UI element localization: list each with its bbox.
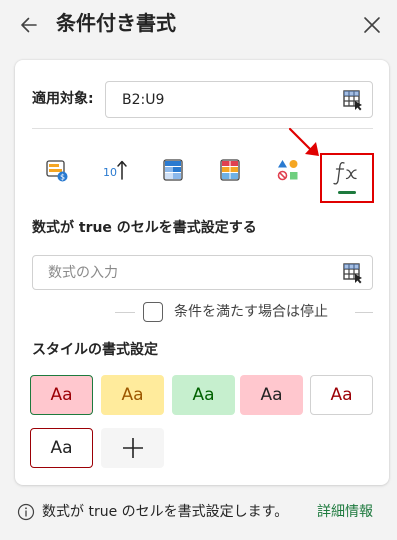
applies-to-label: 適用対象: bbox=[32, 91, 94, 107]
back-button[interactable] bbox=[14, 10, 44, 40]
plus-icon bbox=[122, 438, 143, 458]
footer-description: 数式が true のセルを書式設定します。 bbox=[42, 504, 289, 520]
svg-text:$: $ bbox=[60, 173, 65, 182]
selected-indicator bbox=[338, 191, 356, 194]
divider bbox=[115, 312, 135, 313]
style-swatch-red-border[interactable]: Aa bbox=[30, 428, 93, 468]
icon-set-icon bbox=[277, 160, 298, 181]
applies-to-range-field[interactable]: B2:U9 bbox=[105, 81, 373, 118]
rule-type-highlight-cells[interactable] bbox=[208, 148, 252, 192]
style-swatch-green-fill[interactable]: Aa bbox=[172, 375, 235, 415]
arrow-left-icon bbox=[21, 17, 37, 33]
style-swatch-light-red-fill[interactable]: Aa bbox=[30, 375, 93, 415]
add-custom-style-button[interactable] bbox=[101, 428, 164, 468]
data-bar-icon: $ bbox=[46, 160, 68, 182]
style-heading: スタイルの書式設定 bbox=[32, 342, 158, 358]
close-button[interactable] bbox=[357, 10, 387, 40]
page-title: 条件付き書式 bbox=[56, 11, 176, 35]
color-scale-icon bbox=[163, 159, 183, 181]
formula-heading: 数式が true のセルを書式設定する bbox=[32, 220, 257, 236]
style-swatch-red-text[interactable]: Aa bbox=[310, 375, 373, 415]
formula-input[interactable] bbox=[34, 257, 334, 288]
info-icon bbox=[17, 503, 35, 521]
range-select-icon[interactable] bbox=[342, 89, 364, 111]
learn-more-link[interactable]: 詳細情報 bbox=[317, 502, 373, 522]
divider bbox=[355, 312, 373, 313]
highlight-cells-icon bbox=[220, 159, 240, 181]
applies-to-range-value: B2:U9 bbox=[122, 92, 165, 108]
rule-type-data-bar[interactable]: $ bbox=[35, 148, 79, 192]
rule-type-top-bottom[interactable]: 10 bbox=[93, 148, 137, 192]
stop-if-true-checkbox[interactable] bbox=[143, 302, 163, 322]
stop-if-true-label: 条件を満たす場合は停止 bbox=[174, 304, 328, 320]
rule-type-toolbar: $ 10 bbox=[15, 148, 389, 208]
style-swatch-yellow-fill[interactable]: Aa bbox=[101, 375, 164, 415]
panel-header: 条件付き書式 bbox=[0, 0, 397, 50]
style-swatch-red-fill[interactable]: Aa bbox=[240, 375, 303, 415]
divider bbox=[32, 128, 373, 129]
rule-type-formula[interactable] bbox=[320, 153, 374, 203]
rule-type-icon-set[interactable] bbox=[266, 148, 310, 192]
top-bottom-icon: 10 bbox=[103, 160, 127, 180]
rule-card: 適用対象: B2:U9 $ 10 数式が true のセルを書式設定する 数式の… bbox=[15, 60, 389, 485]
footer: 数式が true のセルを書式設定します。 詳細情報 bbox=[0, 497, 397, 527]
rule-type-color-scale[interactable] bbox=[151, 148, 195, 192]
top-bottom-icon-label: 10 bbox=[103, 166, 117, 179]
formula-field[interactable] bbox=[32, 255, 373, 290]
formula-fx-icon bbox=[333, 161, 357, 185]
stop-if-true-row: 条件を満たす場合は停止 bbox=[115, 301, 373, 323]
range-select-icon[interactable] bbox=[342, 262, 364, 284]
close-icon bbox=[364, 17, 380, 33]
